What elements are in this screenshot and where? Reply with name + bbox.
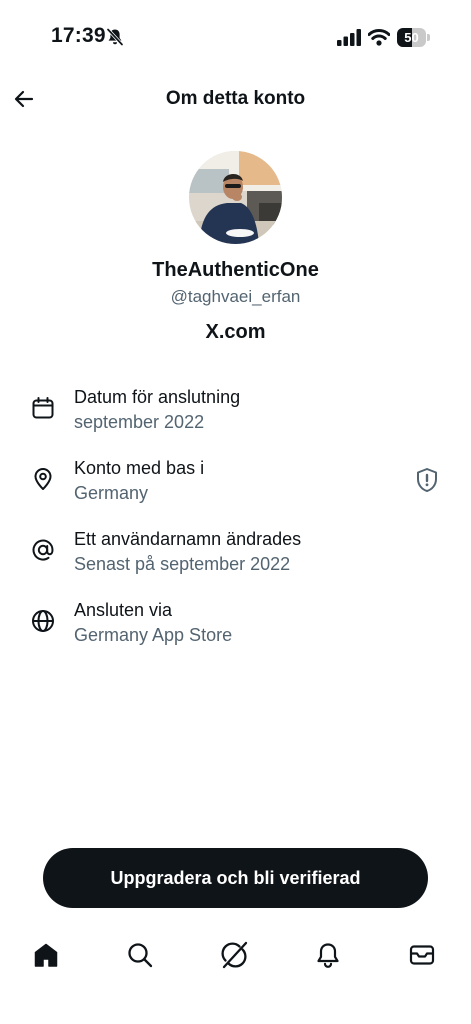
home-icon <box>34 943 58 967</box>
profile-photo <box>189 151 282 244</box>
grok-icon <box>221 941 248 969</box>
battery-level: 50 <box>404 30 419 45</box>
info-value: september 2022 <box>74 412 205 432</box>
battery-icon: 50 <box>397 28 430 47</box>
info-value: Germany <box>74 483 149 503</box>
at-sign-icon <box>32 539 54 561</box>
bell-icon <box>317 943 339 968</box>
search-icon <box>128 943 153 968</box>
username-handle: @taghvaei_erfan <box>170 287 301 306</box>
info-title: Konto med bas i <box>74 458 205 478</box>
nav-home[interactable] <box>31 940 61 970</box>
avatar[interactable] <box>189 151 282 244</box>
info-row-join-date: Datum för anslutning september 2022 <box>0 387 471 447</box>
info-row-connected-via: Ansluten via Germany App Store <box>0 600 471 660</box>
info-title: Datum för anslutning <box>74 387 241 407</box>
globe-icon <box>32 610 54 632</box>
info-title: Ett användarnamn ändrades <box>74 529 302 549</box>
info-row-username-changed: Ett användarnamn ändrades Senast på sept… <box>0 529 471 589</box>
info-row-account-location: Konto med bas i Germany <box>0 458 471 518</box>
nav-notifications[interactable] <box>313 940 343 970</box>
upgrade-verified-button[interactable]: Uppgradera och bli verifierad <box>43 848 428 908</box>
nav-messages[interactable] <box>407 940 437 970</box>
display-name: TheAuthenticOne <box>152 259 319 281</box>
page-title: Om detta konto <box>165 88 306 109</box>
info-title: Ansluten via <box>74 600 173 620</box>
status-bar: 17:39 50 <box>0 0 471 78</box>
mute-bell-icon <box>106 27 124 47</box>
status-time: 17:39 <box>51 24 106 47</box>
wifi-icon <box>368 29 390 46</box>
info-value: Senast på september 2022 <box>74 554 291 574</box>
info-value: Germany App Store <box>74 625 233 645</box>
shield-alert-icon[interactable] <box>415 467 439 493</box>
platform-label: X.com <box>205 321 266 343</box>
nav-grok[interactable] <box>219 940 249 970</box>
cellular-signal-icon <box>337 29 361 46</box>
calendar-icon <box>32 397 54 419</box>
nav-search[interactable] <box>125 940 155 970</box>
location-pin-icon <box>34 468 52 490</box>
mail-icon <box>409 945 435 965</box>
